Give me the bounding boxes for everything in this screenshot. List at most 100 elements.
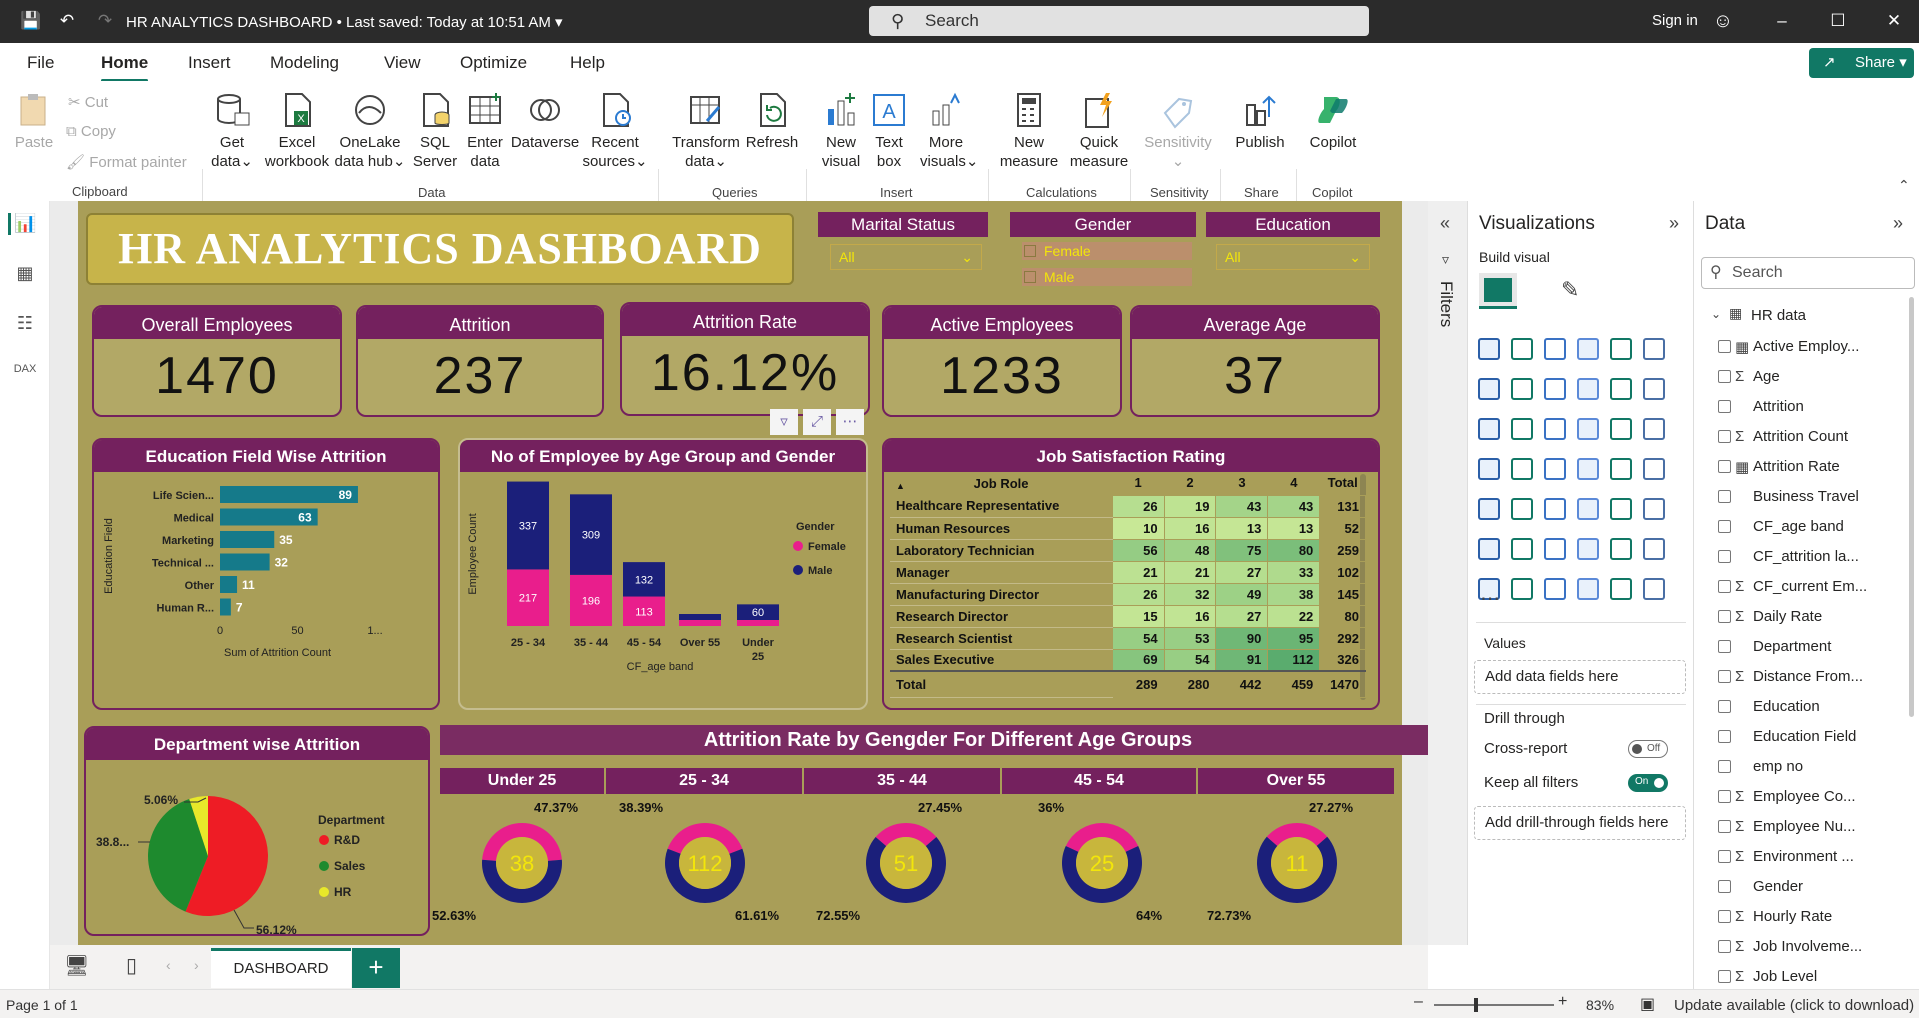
more-visuals-button[interactable]: More visuals⌄ xyxy=(920,91,978,171)
table-total-row[interactable]: Total 289 280 442 459 1470 xyxy=(890,670,1366,698)
filters-pane-collapsed[interactable]: « ▿ Filters xyxy=(1428,201,1468,945)
dataverse-button[interactable]: Dataverse xyxy=(510,91,580,152)
visual-type-icon[interactable] xyxy=(1511,338,1533,360)
account-icon[interactable]: ☺ xyxy=(1712,10,1734,32)
zoom-out-icon[interactable]: – xyxy=(1414,993,1423,1011)
visual-type-icon[interactable] xyxy=(1643,498,1665,520)
visual-type-icon[interactable] xyxy=(1610,338,1632,360)
visual-type-icon[interactable] xyxy=(1478,338,1500,360)
share-button[interactable]: ↗ Share ▾ xyxy=(1809,48,1914,78)
checkbox[interactable] xyxy=(1718,850,1731,863)
bar[interactable] xyxy=(220,486,358,503)
save-icon[interactable]: 💾 xyxy=(20,10,42,32)
zoom-slider-thumb[interactable] xyxy=(1474,998,1478,1012)
checkbox[interactable] xyxy=(1718,970,1731,983)
visual-type-icon[interactable] xyxy=(1577,418,1599,440)
visual-type-icon[interactable] xyxy=(1577,378,1599,400)
donut-chart[interactable]: 11 xyxy=(1242,808,1352,918)
chevron-down-icon[interactable]: ⌄ xyxy=(1711,307,1721,321)
visual-type-icon[interactable] xyxy=(1577,538,1599,560)
visual-type-icon[interactable] xyxy=(1511,378,1533,400)
table-row[interactable]: Laboratory Technician 56 48 75 80 259 xyxy=(890,538,1366,562)
gender-option-male[interactable]: Male xyxy=(1022,268,1192,286)
fit-to-page-icon[interactable]: ▣ xyxy=(1640,994,1655,1014)
field-item[interactable]: ▦ Active Employ... xyxy=(1718,338,1859,356)
new-visual-button[interactable]: New visual xyxy=(818,91,864,171)
menu-optimize[interactable]: Optimize xyxy=(460,53,527,73)
kpi-active-employees[interactable]: Active Employees 1233 xyxy=(882,305,1122,417)
field-item[interactable]: Σ Hourly Rate xyxy=(1718,908,1832,925)
onelake-data-hub-button[interactable]: OneLake data hub⌄ xyxy=(334,91,406,171)
add-page-button[interactable]: + xyxy=(352,948,400,988)
visual-type-icon[interactable] xyxy=(1643,338,1665,360)
field-item[interactable]: ▦ Attrition Rate xyxy=(1718,458,1840,476)
checkbox[interactable] xyxy=(1718,460,1731,473)
maximize-icon[interactable]: ☐ xyxy=(1827,10,1849,32)
donut-chart[interactable]: 38 xyxy=(467,808,577,918)
visual-type-icon[interactable] xyxy=(1511,538,1533,560)
field-item[interactable]: CF_attrition la... xyxy=(1718,548,1859,565)
document-title[interactable]: HR ANALYTICS DASHBOARD • Last saved: Tod… xyxy=(126,13,563,31)
values-field-well[interactable]: Add data fields here xyxy=(1474,660,1686,694)
checkbox[interactable] xyxy=(1718,880,1731,893)
quick-measure-button[interactable]: Quick measure xyxy=(1064,91,1134,171)
checkbox[interactable] xyxy=(1718,730,1731,743)
bar[interactable] xyxy=(220,553,270,571)
undo-icon[interactable]: ↶ xyxy=(56,10,78,32)
checkbox[interactable] xyxy=(1024,245,1036,257)
bar[interactable] xyxy=(220,531,275,548)
format-visual-icon[interactable]: ✎ xyxy=(1561,277,1579,303)
close-icon[interactable]: ✕ xyxy=(1883,10,1905,32)
visual-type-icon[interactable] xyxy=(1544,338,1566,360)
sql-server-button[interactable]: SQL Server xyxy=(412,91,458,171)
field-item[interactable]: Σ Distance From... xyxy=(1718,668,1863,685)
mobile-layout-icon[interactable]: ▯ xyxy=(126,953,137,978)
transform-data-button[interactable]: Transform data⌄ xyxy=(670,91,742,171)
sensitivity-button[interactable]: Sensitivity ⌄ xyxy=(1142,91,1214,171)
visual-type-icon[interactable] xyxy=(1577,338,1599,360)
copilot-button[interactable]: Copilot xyxy=(1306,91,1360,152)
cut-button[interactable]: ✂ Cut xyxy=(68,93,108,111)
visual-type-icon[interactable] xyxy=(1478,538,1500,560)
field-item[interactable]: Σ Job Involveme... xyxy=(1718,938,1862,955)
text-box-button[interactable]: A Text box xyxy=(866,91,912,171)
menu-modeling[interactable]: Modeling xyxy=(270,53,339,73)
checkbox[interactable] xyxy=(1718,400,1731,413)
format-painter-button[interactable]: 🖌 Format painter xyxy=(66,153,187,171)
checkbox[interactable] xyxy=(1718,940,1731,953)
field-item[interactable]: Σ CF_current Em... xyxy=(1718,578,1867,595)
sign-in-button[interactable]: Sign in xyxy=(1652,12,1698,29)
menu-home[interactable]: Home xyxy=(101,53,149,82)
visual-type-icon[interactable] xyxy=(1478,418,1500,440)
visual-type-icon[interactable] xyxy=(1643,418,1665,440)
table-name[interactable]: HR data xyxy=(1751,307,1806,324)
visual-type-icon[interactable] xyxy=(1610,498,1632,520)
visual-type-icon[interactable] xyxy=(1643,458,1665,480)
data-search-input[interactable]: ⚲ Search xyxy=(1701,257,1915,289)
filter-icon[interactable]: ▿ xyxy=(770,409,798,435)
minimize-icon[interactable]: – xyxy=(1771,10,1793,32)
bar[interactable] xyxy=(220,576,238,593)
visual-type-icon[interactable] xyxy=(1478,378,1500,400)
education-field-chart[interactable]: Education Field Wise Attrition Life Scie… xyxy=(92,438,440,710)
collapse-pane-icon[interactable]: » xyxy=(1669,213,1679,234)
bar[interactable] xyxy=(220,598,231,616)
visual-type-icon[interactable] xyxy=(1577,458,1599,480)
table-view-icon[interactable]: ▦ xyxy=(13,263,37,285)
new-measure-button[interactable]: New measure xyxy=(998,91,1060,171)
checkbox[interactable] xyxy=(1718,430,1731,443)
report-view-icon[interactable]: 📊 xyxy=(8,213,40,235)
keep-filters-toggle[interactable]: On xyxy=(1628,774,1668,792)
field-item[interactable]: emp no xyxy=(1718,758,1803,775)
checkbox[interactable] xyxy=(1718,340,1731,353)
prev-page-icon[interactable]: ‹ xyxy=(166,957,171,973)
table-row[interactable]: Human Resources 10 16 13 13 52 xyxy=(890,516,1366,540)
visual-type-icon[interactable] xyxy=(1544,578,1566,600)
table-row[interactable]: Research Director 15 16 27 22 80 xyxy=(890,604,1366,628)
cross-report-toggle[interactable]: Off xyxy=(1628,740,1668,758)
drill-through-field-well[interactable]: Add drill-through fields here xyxy=(1474,806,1686,840)
recent-sources-button[interactable]: Recent sources⌄ xyxy=(582,91,648,171)
visual-type-icon[interactable] xyxy=(1544,418,1566,440)
page-tab-dashboard[interactable]: DASHBOARD xyxy=(211,948,351,988)
kpi-average-age[interactable]: Average Age 37 xyxy=(1130,305,1380,417)
